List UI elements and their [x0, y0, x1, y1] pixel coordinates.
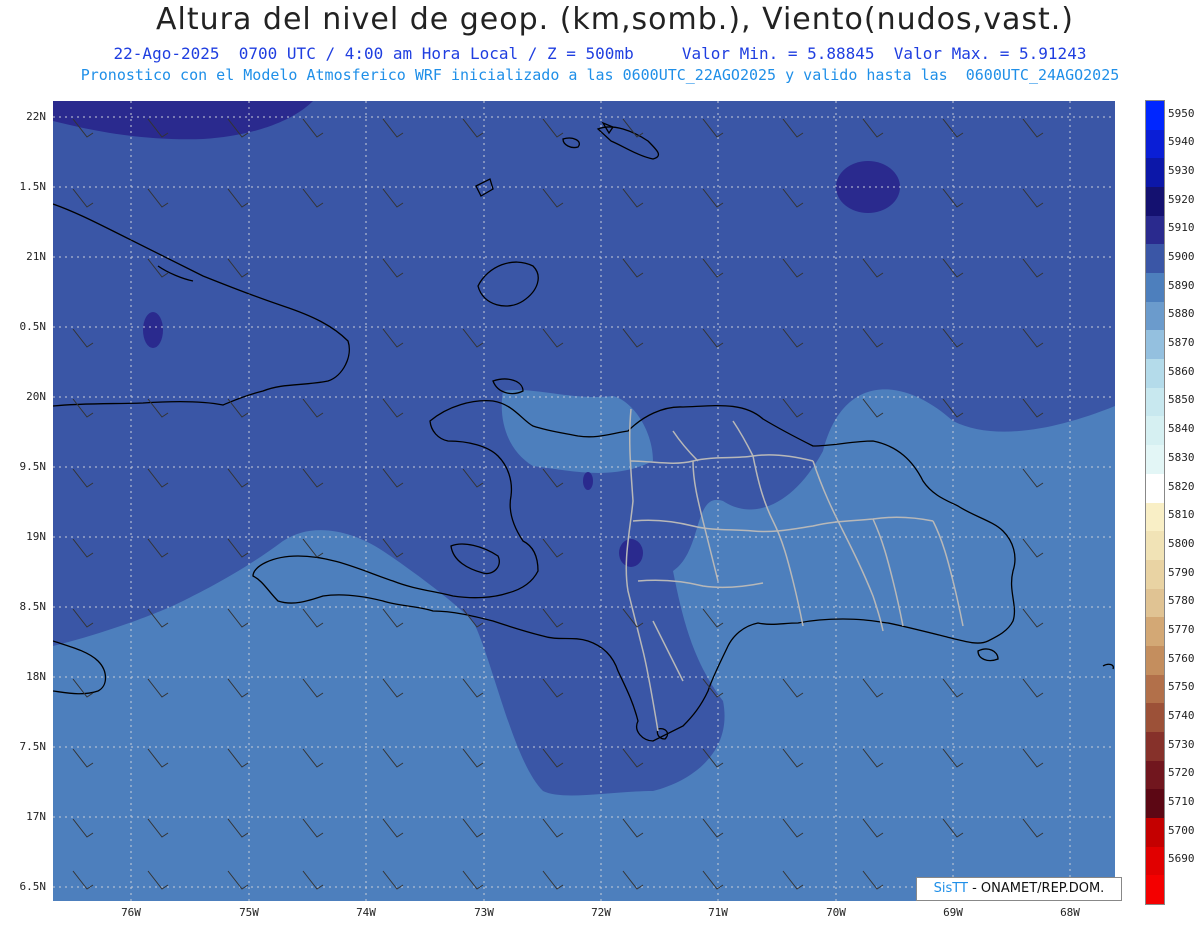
colorbar-segment	[1146, 129, 1164, 159]
colorbar-label: 5820	[1168, 479, 1195, 493]
colorbar-segment	[1146, 158, 1164, 188]
lon-label: 68W	[1060, 906, 1080, 919]
colorbar-label: 5880	[1168, 307, 1195, 321]
field-5910-small	[583, 472, 593, 490]
lon-label: 76W	[121, 906, 141, 919]
lat-label: 18N	[26, 670, 46, 683]
lat-label: 7.5N	[19, 740, 47, 753]
colorbar-label: 5930	[1168, 164, 1195, 178]
credit-box: SisTT - ONAMET/REP.DOM.	[916, 877, 1122, 901]
colorbar-label: 5730	[1168, 737, 1195, 751]
colorbar-label: 5890	[1168, 278, 1195, 292]
colorbar-segment	[1146, 760, 1164, 790]
colorbar-segment	[1146, 359, 1164, 389]
colorbar-label: 5790	[1168, 565, 1195, 579]
colorbar-segment	[1146, 416, 1164, 446]
credit-brand: SisTT	[933, 881, 968, 896]
colorbar-segment	[1146, 101, 1164, 131]
colorbar-segment	[1146, 187, 1164, 217]
colorbar-label: 5810	[1168, 508, 1195, 522]
lat-label: 19N	[26, 530, 46, 543]
colorbar-label: 5860	[1168, 364, 1195, 378]
subtitle-time: 22-Ago-2025 0700 UTC / 4:00 am Hora Loca…	[113, 44, 634, 63]
colorbar-segment	[1146, 215, 1164, 245]
colorbar-segment	[1146, 301, 1164, 331]
field-5910-center	[619, 539, 643, 567]
colorbar-segment	[1146, 789, 1164, 819]
colorbar-label: 5720	[1168, 766, 1195, 780]
colorbar-label: 5700	[1168, 823, 1195, 837]
colorbar-segment	[1146, 559, 1164, 590]
field-5910-west	[143, 312, 163, 348]
lat-label: 6.5N	[19, 880, 47, 893]
lon-label: 74W	[356, 906, 376, 919]
lat-label: 21N	[26, 250, 46, 263]
colorbar-label: 5900	[1168, 250, 1195, 264]
colorbar-label: 5690	[1168, 852, 1195, 866]
map-canvas	[53, 101, 1115, 901]
colorbar-label: 5750	[1168, 680, 1195, 694]
colorbar-segment	[1146, 875, 1164, 905]
colorbar-label: 5940	[1168, 135, 1195, 149]
subtitle-values: Valor Min. = 5.88845 Valor Max. = 5.9124…	[681, 44, 1087, 63]
colorbar-label: 5840	[1168, 422, 1195, 436]
colorbar-label: 5760	[1168, 651, 1195, 665]
lat-label: 22N	[26, 110, 46, 123]
colorbar-segment	[1146, 731, 1164, 762]
lat-label: 8.5N	[19, 600, 47, 613]
subtitle-time-values: 22-Ago-2025 0700 UTC / 4:00 am Hora Loca…	[0, 44, 1200, 63]
colorbar	[1145, 100, 1165, 905]
colorbar-segment	[1146, 273, 1164, 303]
colorbar-segment	[1146, 244, 1164, 274]
colorbar-label: 5770	[1168, 622, 1195, 636]
lon-label: 70W	[826, 906, 846, 919]
lat-label: 9.5N	[19, 460, 47, 473]
colorbar-label: 5870	[1168, 336, 1195, 350]
colorbar-label: 5780	[1168, 594, 1195, 608]
colorbar-label: 5800	[1168, 536, 1195, 550]
colorbar-segment	[1146, 617, 1164, 647]
lat-label: 1.5N	[19, 180, 47, 193]
colorbar-label: 5950	[1168, 106, 1195, 120]
lat-label: 0.5N	[19, 320, 47, 333]
colorbar-segment	[1146, 674, 1164, 704]
colorbar-label: 5910	[1168, 221, 1195, 235]
lat-label: 17N	[26, 810, 46, 823]
lon-label: 71W	[708, 906, 728, 919]
colorbar-segment	[1146, 473, 1164, 503]
colorbar-segment	[1146, 645, 1164, 676]
lon-label: 69W	[943, 906, 963, 919]
subtitle-model: Pronostico con el Modelo Atmosferico WRF…	[80, 66, 1120, 84]
credit-text: - ONAMET/REP.DOM.	[972, 881, 1105, 896]
colorbar-segment	[1146, 588, 1164, 618]
colorbar-segment	[1146, 445, 1164, 475]
colorbar-segment	[1146, 817, 1164, 848]
forecast-map	[53, 101, 1115, 901]
map-title: Altura del nivel de geop. (km,somb.), Vi…	[156, 2, 1074, 37]
colorbar-segment	[1146, 846, 1164, 876]
colorbar-label: 5830	[1168, 450, 1195, 464]
colorbar-segment	[1146, 531, 1164, 561]
colorbar-segment	[1146, 502, 1164, 532]
colorbar-segment	[1146, 703, 1164, 733]
colorbar-segment	[1146, 387, 1164, 417]
lon-label: 72W	[591, 906, 611, 919]
lon-label: 75W	[239, 906, 259, 919]
colorbar-label: 5920	[1168, 192, 1195, 206]
lat-label: 20N	[26, 390, 46, 403]
colorbar-label: 5850	[1168, 393, 1195, 407]
lon-label: 73W	[474, 906, 494, 919]
colorbar-label: 5740	[1168, 708, 1195, 722]
colorbar-segment	[1146, 330, 1164, 360]
colorbar-label: 5710	[1168, 794, 1195, 808]
